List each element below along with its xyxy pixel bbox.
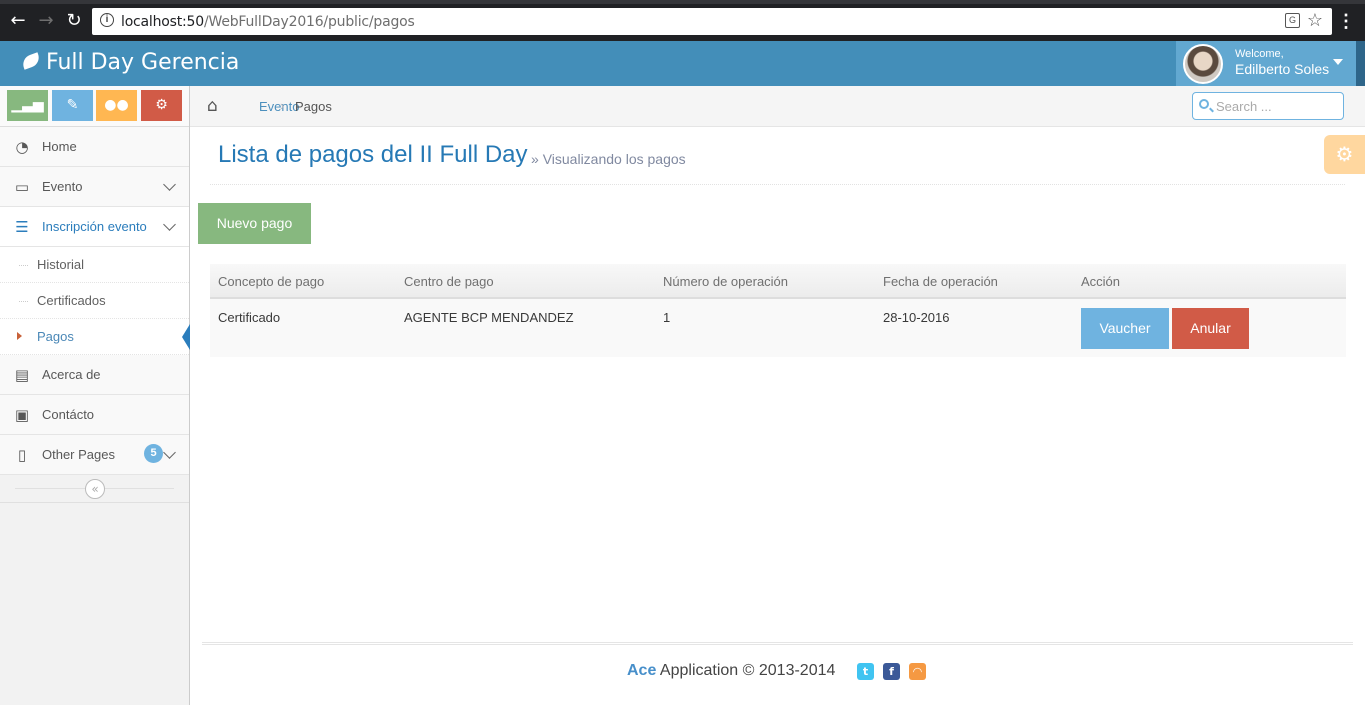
caret-right-icon xyxy=(17,332,22,340)
sidebar: ▁▃▅ ✎ ●● ⚙ ◔ Home ▭ Evento ☰ Inscripción… xyxy=(0,86,190,705)
sidebar-item-label: Contácto xyxy=(42,407,95,422)
breadcrumb: ⌂ Evento › Pagos xyxy=(190,86,1365,127)
list-icon: ☰ xyxy=(15,218,29,236)
page-title: Lista de pagos del II Full Day xyxy=(218,141,528,168)
cell-centro: AGENTE BCP MENDANDEZ xyxy=(404,310,574,325)
reload-icon[interactable]: ↻ xyxy=(63,10,85,32)
leaf-icon xyxy=(20,52,42,70)
sidebar-item-inscripcion[interactable]: ☰ Inscripción evento xyxy=(0,207,189,247)
sidebar-item-contacto[interactable]: ▣ Contácto xyxy=(0,395,189,435)
navbar-edge xyxy=(1356,41,1365,86)
sidebar-subitem-historial[interactable]: Historial xyxy=(0,247,189,283)
footer-text: Ace Application © 2013-2014 xyxy=(627,662,835,680)
address-bar[interactable]: i localhost:50/WebFullDay2016/public/pag… xyxy=(92,8,1332,35)
sidebar-item-acerca[interactable]: ▤ Acerca de xyxy=(0,355,189,395)
footer-divider xyxy=(202,642,1353,645)
brand-link[interactable]: Full Day Gerencia xyxy=(20,50,240,75)
page-subtitle-text: Visualizando los pagos xyxy=(542,151,686,167)
column-header[interactable]: Número de operación xyxy=(663,274,788,289)
table-header: Concepto de pago Centro de pago Número d… xyxy=(210,264,1346,299)
sidebar-subitem-label: Pagos xyxy=(37,329,74,344)
sidebar-shortcuts: ▁▃▅ ✎ ●● ⚙ xyxy=(0,86,189,127)
page-subtitle: » Visualizando los pagos xyxy=(531,151,686,167)
sidebar-item-home[interactable]: ◔ Home xyxy=(0,127,189,167)
search-box xyxy=(1192,92,1344,120)
sidebar-item-label: Home xyxy=(42,139,77,154)
column-header[interactable]: Fecha de operación xyxy=(883,274,998,289)
cell-fecha: 28-10-2016 xyxy=(883,310,950,325)
browser-chrome: ← → ↻ i localhost:50/WebFullDay2016/publ… xyxy=(0,0,1365,41)
tachometer-icon: ◔ xyxy=(15,138,29,156)
caret-down-icon xyxy=(1333,59,1343,65)
avatar xyxy=(1183,44,1223,84)
chevron-down-icon xyxy=(163,218,176,231)
footer-brand: Ace xyxy=(627,662,657,679)
translate-icon[interactable]: G xyxy=(1285,13,1300,28)
users-icon[interactable]: ●● xyxy=(96,90,137,121)
cogs-icon[interactable]: ⚙ xyxy=(141,90,182,121)
table-row: Certificado AGENTE BCP MENDANDEZ 1 28-10… xyxy=(210,299,1346,357)
browser-menu-icon[interactable]: ⋮ xyxy=(1337,10,1355,32)
double-angle-left-icon[interactable]: « xyxy=(85,479,105,499)
double-angle-right-icon: » xyxy=(531,151,543,167)
welcome-text: Welcome, xyxy=(1235,48,1284,60)
anular-button[interactable]: Anular xyxy=(1172,308,1249,349)
picture-icon: ▣ xyxy=(14,406,30,424)
sidebar-collapse: « xyxy=(0,473,189,503)
column-header[interactable]: Centro de pago xyxy=(404,274,494,289)
chart-icon[interactable]: ▁▃▅ xyxy=(7,90,48,121)
sidebar-item-other-pages[interactable]: ▯ Other Pages 5 xyxy=(0,435,189,475)
footer-copyright: Application © 2013-2014 xyxy=(659,662,836,679)
breadcrumb-current: Pagos xyxy=(295,99,332,114)
user-menu[interactable]: Welcome, Edilberto Soles xyxy=(1176,41,1356,86)
sidebar-subitem-label: Historial xyxy=(37,257,84,272)
brand-text: Full Day Gerencia xyxy=(46,50,240,75)
count-badge: 5 xyxy=(144,444,163,463)
sidebar-subitem-certificados[interactable]: Certificados xyxy=(0,283,189,319)
cell-concepto: Certificado xyxy=(218,310,281,325)
column-header[interactable]: Concepto de pago xyxy=(218,274,324,289)
url-host: localhost:50 xyxy=(121,14,204,30)
url-path: /WebFullDay2016/public/pagos xyxy=(203,14,415,30)
pencil-icon[interactable]: ✎ xyxy=(52,90,93,121)
vaucher-button[interactable]: Vaucher xyxy=(1081,308,1169,349)
new-payment-button[interactable]: Nuevo pago xyxy=(198,203,311,244)
url-text[interactable]: localhost:50/WebFullDay2016/public/pagos xyxy=(121,14,415,30)
top-navbar: Full Day Gerencia Welcome, Edilberto Sol… xyxy=(0,41,1365,86)
bookmark-star-icon[interactable]: ☆ xyxy=(1307,10,1323,31)
twitter-icon[interactable]: t xyxy=(857,663,874,680)
search-icon xyxy=(1199,99,1209,109)
sidebar-subitem-label: Certificados xyxy=(37,293,106,308)
rss-icon[interactable]: ◠ xyxy=(909,663,926,680)
desktop-icon: ▭ xyxy=(14,178,30,196)
settings-toggle-icon[interactable]: ⚙ xyxy=(1324,135,1365,174)
home-icon[interactable]: ⌂ xyxy=(207,96,218,116)
file-icon: ▯ xyxy=(17,446,27,464)
sidebar-subitem-pagos[interactable]: Pagos xyxy=(0,319,190,355)
sidebar-item-label: Acerca de xyxy=(42,367,101,382)
sidebar-item-evento[interactable]: ▭ Evento xyxy=(0,167,189,207)
tab-strip xyxy=(0,0,1365,4)
sidebar-item-label: Other Pages xyxy=(42,447,115,462)
page-header-divider xyxy=(210,184,1345,185)
cell-numero: 1 xyxy=(663,310,671,325)
info-icon[interactable]: i xyxy=(100,13,114,27)
chevron-down-icon xyxy=(163,446,176,459)
user-name: Edilberto Soles xyxy=(1235,61,1330,77)
search-input[interactable] xyxy=(1216,98,1336,115)
list-alt-icon: ▤ xyxy=(14,366,30,384)
chevron-down-icon xyxy=(163,178,176,191)
sidebar-item-label: Evento xyxy=(42,179,83,194)
column-header: Acción xyxy=(1081,274,1121,289)
breadcrumb-separator: › xyxy=(280,98,285,113)
sidebar-item-label: Inscripción evento xyxy=(42,219,147,234)
back-icon[interactable]: ← xyxy=(7,10,29,32)
facebook-icon[interactable]: f xyxy=(883,663,900,680)
active-marker xyxy=(182,324,190,350)
submenu-tick xyxy=(19,265,28,266)
submenu-tick xyxy=(19,301,28,302)
forward-icon[interactable]: → xyxy=(35,10,57,32)
